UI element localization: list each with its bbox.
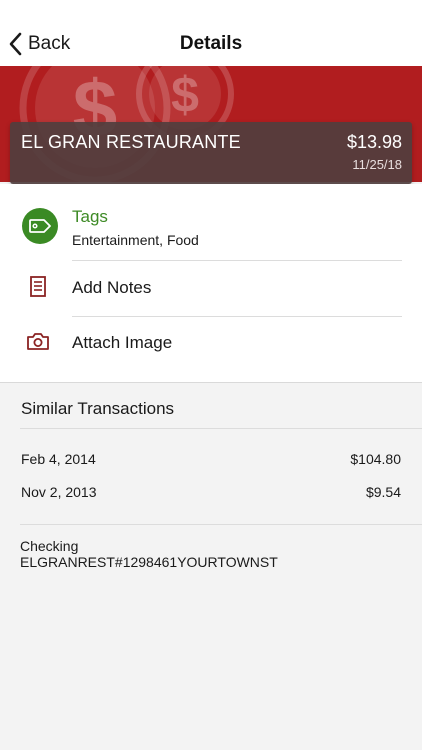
tags-row[interactable]: Tags Entertainment, Food bbox=[0, 184, 422, 260]
transaction-amount: $13.98 bbox=[346, 132, 402, 152]
add-notes-label: Add Notes bbox=[72, 278, 152, 297]
details-panel: Tags Entertainment, Food Add Notes Attac… bbox=[0, 184, 422, 382]
tags-title: Tags bbox=[72, 207, 108, 226]
tag-icon bbox=[22, 208, 58, 244]
transaction-date: 11/25/18 bbox=[352, 157, 402, 172]
svg-text:$: $ bbox=[171, 67, 199, 123]
similar-transaction-amount: $9.54 bbox=[365, 484, 401, 500]
transaction-summary: EL GRAN RESTAURANTE $13.98 11/25/18 bbox=[10, 122, 412, 184]
add-notes-button[interactable]: Add Notes bbox=[0, 261, 422, 315]
similar-transaction-row[interactable]: Nov 2, 2013 $9.54 bbox=[0, 477, 422, 507]
section-divider bbox=[0, 382, 422, 383]
account-info: Checking ELGRANREST#1298461YOURTOWNST bbox=[20, 538, 278, 570]
similar-transaction-row[interactable]: Feb 4, 2014 $104.80 bbox=[0, 444, 422, 474]
divider bbox=[20, 428, 422, 429]
merchant-name: EL GRAN RESTAURANTE bbox=[21, 132, 241, 152]
similar-transaction-amount: $104.80 bbox=[350, 451, 401, 467]
similar-transactions-header: Similar Transactions bbox=[21, 399, 175, 418]
divider bbox=[20, 524, 422, 525]
page-title: Details bbox=[179, 33, 243, 54]
account-description: ELGRANREST#1298461YOURTOWNST bbox=[20, 554, 278, 570]
similar-transaction-date: Nov 2, 2013 bbox=[21, 484, 97, 500]
attach-image-label: Attach Image bbox=[72, 333, 173, 352]
similar-transaction-date: Feb 4, 2014 bbox=[21, 451, 96, 467]
camera-icon bbox=[27, 333, 49, 350]
document-icon bbox=[30, 276, 46, 297]
account-type: Checking bbox=[20, 538, 79, 554]
attach-image-button[interactable]: Attach Image bbox=[0, 316, 422, 368]
tags-values: Entertainment, Food bbox=[72, 232, 199, 248]
navigation-bar: Back Details bbox=[0, 0, 422, 66]
